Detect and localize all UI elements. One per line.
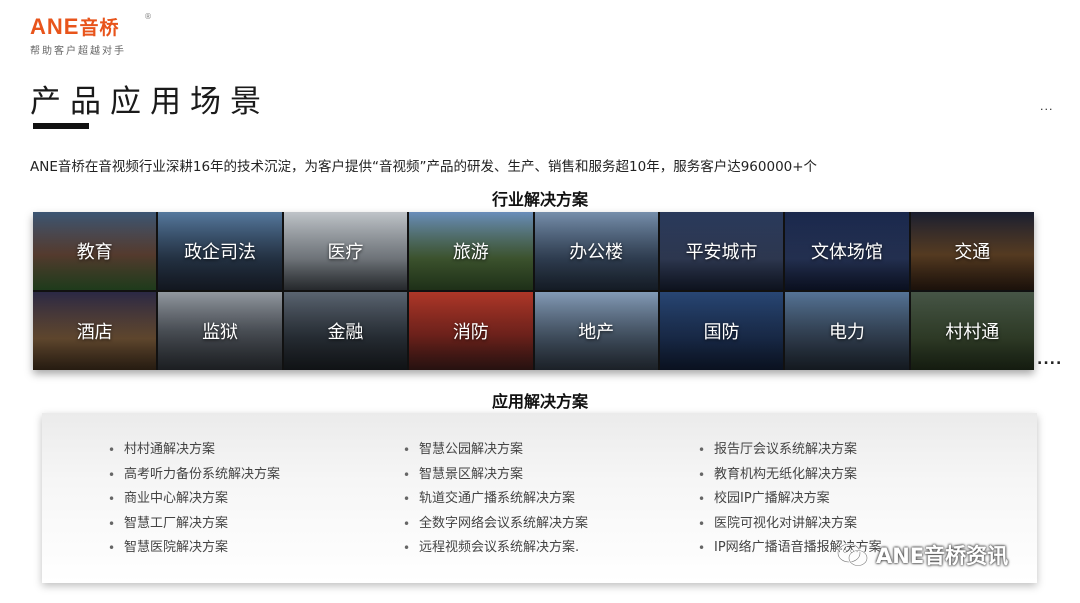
industry-tile-label: 电力 [828, 322, 865, 343]
industry-tile-label: 文体场馆 [810, 242, 883, 263]
list-item: 商业中心解决方案 [108, 490, 280, 515]
industry-tile-label: 国防 [703, 322, 740, 343]
registered-mark: ® [144, 12, 152, 21]
industry-tile[interactable]: 政企司法 [158, 212, 282, 290]
industry-tile[interactable]: 监狱 [158, 292, 282, 370]
industry-tile[interactable]: 平安城市 [659, 212, 784, 290]
list-item: 报告厅会议系统解决方案 [698, 441, 882, 466]
industry-tile[interactable]: 办公楼 [534, 212, 658, 290]
list-item: 智慧景区解决方案 [403, 466, 588, 491]
industry-tile-label: 医疗 [327, 242, 364, 263]
industry-tile[interactable]: 消防 [409, 292, 533, 370]
list-item: 高考听力备份系统解决方案 [108, 466, 280, 491]
list-item: 远程视频会议系统解决方案. [403, 539, 588, 564]
wechat-watermark: ANE音桥资讯 [836, 540, 1008, 570]
industry-tile-grid: 教育 政企司法 医疗 旅游 办公楼 平安城市 文体场馆 交通 酒店 监狱 金融 … [33, 212, 1034, 370]
industry-tile[interactable]: 村村通 [910, 292, 1034, 370]
solution-list-col-2: 智慧公园解决方案 智慧景区解决方案 轨道交通广播系统解决方案 全数字网络会议系统… [403, 441, 588, 564]
industry-tile[interactable]: 酒店 [33, 292, 157, 370]
industry-section-title: 行业解决方案 [491, 190, 588, 209]
industry-tile-label: 办公楼 [569, 242, 624, 263]
list-item: 智慧医院解决方案 [108, 539, 280, 564]
industry-tile[interactable]: 国防 [659, 292, 784, 370]
logo-slogan: 帮助客户超越对手 [30, 46, 126, 57]
watermark-text: ANE音桥资讯 [876, 544, 1009, 568]
industry-tile[interactable]: 旅游 [409, 212, 533, 290]
logo-brand-cn: 音桥 [79, 18, 120, 39]
title-underline-bar [33, 123, 89, 129]
intro-text: ANE音桥在音视频行业深耕16年的技术沉淀，为客户提供“音视频”产品的研发、生产… [30, 159, 818, 175]
industry-tile-label: 酒店 [76, 322, 113, 343]
list-item: 村村通解决方案 [108, 441, 280, 466]
industry-tile[interactable]: 金融 [283, 292, 408, 370]
industry-tile-label: 消防 [452, 322, 489, 343]
logo-wordmark: ANE音桥 [30, 14, 119, 42]
industry-tile-label: 教育 [76, 242, 113, 263]
list-item: 校园IP广播解决方案 [698, 490, 882, 515]
list-item: 轨道交通广播系统解决方案 [403, 490, 588, 515]
logo-brand: ANE [30, 14, 80, 39]
industry-tile-label: 地产 [578, 322, 615, 343]
wechat-icon [836, 542, 870, 568]
solution-list-col-1: 村村通解决方案 高考听力备份系统解决方案 商业中心解决方案 智慧工厂解决方案 智… [108, 441, 280, 564]
industry-tile[interactable]: 医疗 [283, 212, 408, 290]
industry-tile-label: 监狱 [202, 322, 239, 343]
industry-tile-label: 旅游 [452, 242, 489, 263]
application-section-title: 应用解决方案 [491, 392, 588, 411]
title-trailing-dots: ... [1040, 100, 1054, 113]
industry-tile[interactable]: 交通 [910, 212, 1034, 290]
industry-tile-label: 平安城市 [685, 242, 758, 263]
industry-tile-label: 金融 [327, 322, 364, 343]
list-item: 教育机构无纸化解决方案 [698, 466, 882, 491]
industry-tile-label: 村村通 [945, 322, 1000, 343]
industry-tile[interactable]: 电力 [785, 292, 909, 370]
industry-tile[interactable]: 教育 [33, 212, 157, 290]
list-item: 智慧工厂解决方案 [108, 515, 280, 540]
brand-logo: ANE音桥 ® 帮助客户超越对手 [30, 12, 160, 58]
page-title: 产品应用场景 [30, 84, 270, 120]
list-item: 智慧公园解决方案 [403, 441, 588, 466]
industry-tile[interactable]: 文体场馆 [785, 212, 909, 290]
industry-tile[interactable]: 地产 [534, 292, 658, 370]
list-item: 医院可视化对讲解决方案 [698, 515, 882, 540]
list-item: 全数字网络会议系统解决方案 [403, 515, 588, 540]
more-industries-ellipsis: .... [1037, 352, 1063, 368]
industry-tile-label: 交通 [954, 242, 991, 263]
industry-tile-label: 政企司法 [184, 242, 257, 263]
